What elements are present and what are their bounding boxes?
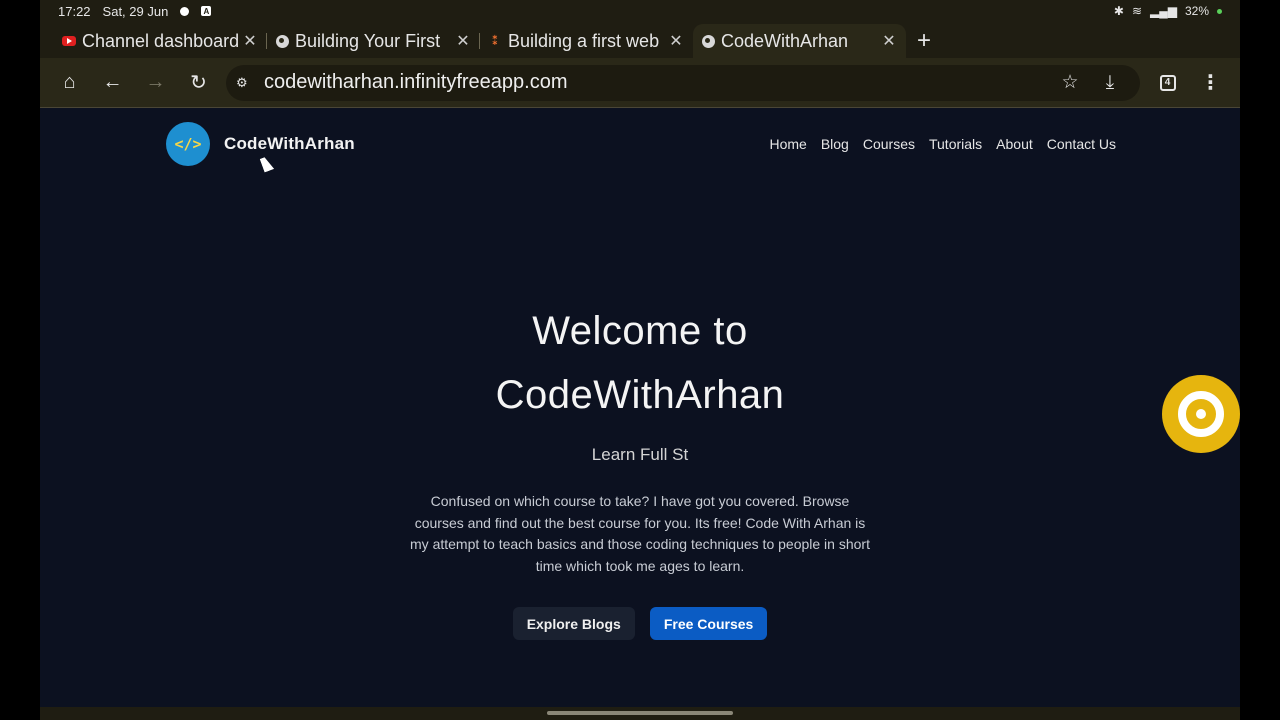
forward-icon[interactable]: → (134, 63, 177, 103)
download-icon[interactable]: ⤓ (1090, 72, 1130, 94)
nav-about[interactable]: About (996, 136, 1033, 152)
url-text[interactable]: codewitharhan.infinityfreeapp.com (258, 71, 1050, 94)
battery-level: 32% (1184, 4, 1209, 18)
hero-title-line2: CodeWithArhan (495, 373, 785, 417)
site-logo[interactable]: </> (166, 122, 210, 166)
site-navbar: </> CodeWithArhan Home Blog Courses Tuto… (166, 122, 1116, 166)
notification-dot-icon (180, 6, 190, 16)
status-time: 17:22 (58, 3, 91, 19)
browser-toolbar: ⌂ ← → ↻ ⚙ codewitharhan.infinityfreeapp.… (40, 58, 1240, 108)
globe-icon (701, 34, 715, 48)
site-brand[interactable]: CodeWithArhan (224, 134, 355, 154)
close-tab-icon[interactable]: ✕ (241, 31, 259, 51)
nav-tutorials[interactable]: Tutorials (929, 136, 982, 152)
bookmark-star-icon[interactable]: ☆ (1050, 71, 1090, 94)
status-date: Sat, 29 Jun (102, 3, 169, 19)
blogger-icon: ⁑ (491, 34, 499, 48)
tab-count: 4 (1159, 74, 1176, 91)
nav-blog[interactable]: Blog (821, 136, 849, 152)
signal-icon: ▂▄▆ (1150, 4, 1177, 18)
more-options-icon[interactable]: ⋮ (1189, 63, 1232, 103)
privacy-indicator-icon (1217, 8, 1222, 14)
hero-section: Welcome to CodeWithArhan Learn Full St C… (40, 299, 1240, 640)
hero-title: Welcome to CodeWithArhan (40, 299, 1240, 427)
app-notification-icon: A (201, 6, 212, 16)
home-icon[interactable]: ⌂ (48, 63, 91, 103)
tab-strip: Channel dashboard ✕ Building Your First … (40, 22, 1240, 58)
close-tab-icon[interactable]: ✕ (454, 31, 472, 51)
bluetooth-icon: ✱ (1113, 4, 1124, 18)
globe-icon (275, 34, 289, 48)
hero-subtitle: Learn Full St (591, 445, 689, 464)
hero-title-line1: Welcome to (532, 309, 748, 353)
web-page: </> CodeWithArhan Home Blog Courses Tuto… (40, 109, 1240, 707)
tab-channel-dashboard[interactable]: Channel dashboard ✕ (54, 24, 267, 58)
tab-switcher-button[interactable]: 4 (1146, 63, 1189, 103)
close-tab-icon[interactable]: ✕ (667, 31, 685, 51)
tab-title: CodeWithArhan (721, 30, 849, 51)
status-bar: 17:22 Sat, 29 Jun A ✱ ≋ ▂▄▆ 32% (40, 0, 1240, 22)
nav-home[interactable]: Home (769, 136, 806, 152)
gesture-handle[interactable] (547, 711, 733, 715)
tab-title: Building Your First (295, 30, 441, 51)
wifi-icon: ≋ (1131, 4, 1142, 18)
tab-title: Channel dashboard (82, 30, 240, 51)
back-icon[interactable]: ← (91, 63, 134, 103)
site-settings-icon[interactable]: ⚙ (236, 75, 258, 91)
logo-code-icon: </> (174, 135, 202, 153)
new-tab-icon[interactable]: + (906, 24, 942, 58)
tab-building-your-first[interactable]: Building Your First ✕ (267, 24, 480, 58)
tab-building-a-first-web[interactable]: ⁑ Building a first web ✕ (480, 24, 693, 58)
hero-description: Confused on which course to take? I have… (410, 493, 870, 574)
nav-courses[interactable]: Courses (863, 136, 915, 152)
explore-blogs-button[interactable]: Explore Blogs (512, 607, 635, 640)
reload-icon[interactable]: ↻ (177, 63, 220, 103)
record-target-icon (1178, 391, 1224, 437)
nav-contact[interactable]: Contact Us (1047, 136, 1116, 152)
hero-buttons: Explore Blogs Free Courses (40, 607, 1240, 640)
navigation-gesture-area (40, 707, 1240, 720)
close-tab-icon[interactable]: ✕ (880, 31, 898, 51)
address-bar[interactable]: ⚙ codewitharhan.infinityfreeapp.com ☆ ⤓ (226, 64, 1140, 101)
site-nav: Home Blog Courses Tutorials About Contac… (769, 136, 1116, 152)
tab-codewitharhan[interactable]: CodeWithArhan ✕ (693, 24, 906, 58)
youtube-icon (62, 34, 76, 48)
floating-record-button[interactable] (1162, 375, 1240, 453)
tab-title: Building a first web (508, 30, 660, 51)
device-screen: 17:22 Sat, 29 Jun A ✱ ≋ ▂▄▆ 32% Channel … (40, 0, 1240, 720)
free-courses-button[interactable]: Free Courses (649, 607, 768, 640)
